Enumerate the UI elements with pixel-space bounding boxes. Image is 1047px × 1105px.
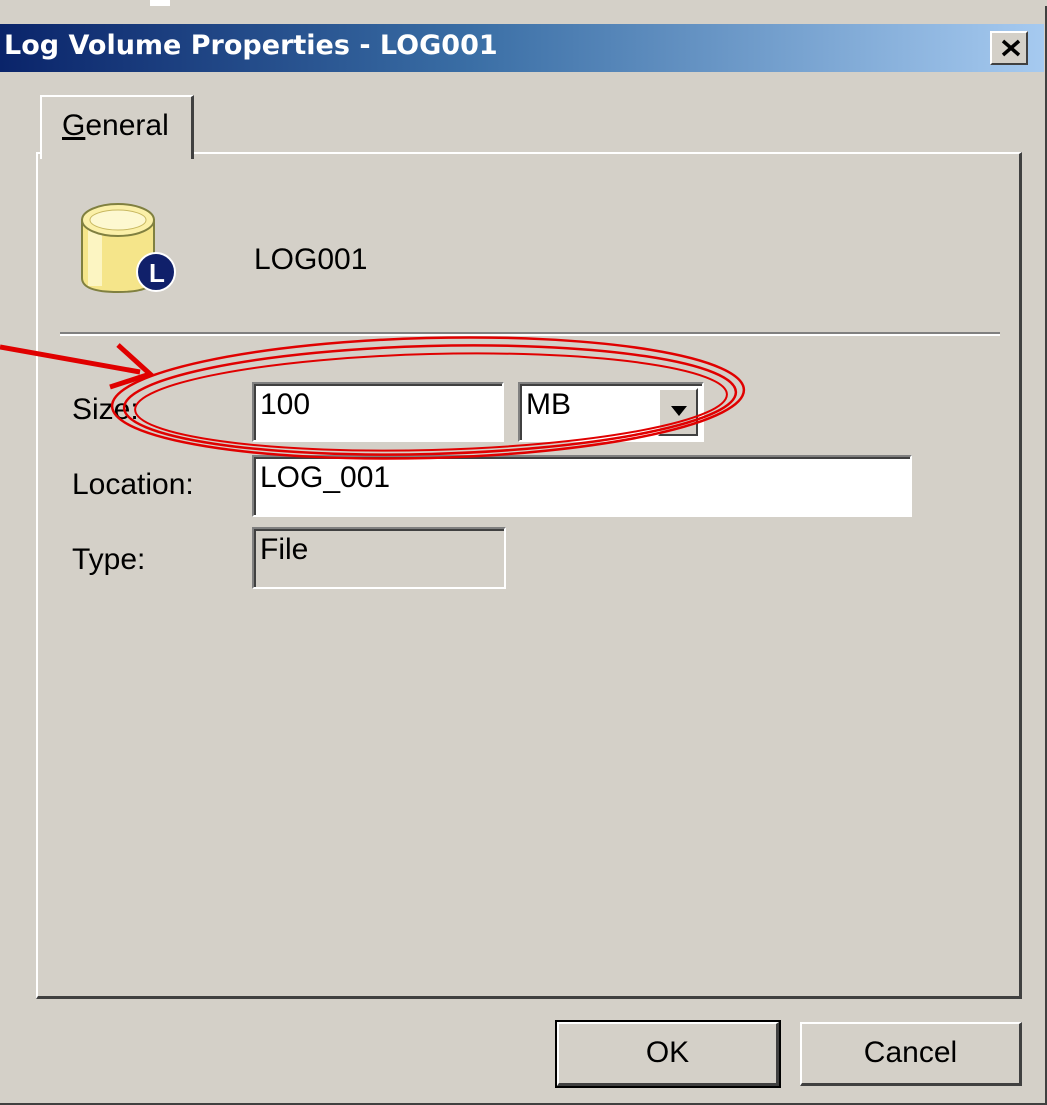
window-title: Log Volume Properties - LOG001 — [4, 30, 498, 61]
title-bar[interactable]: Log Volume Properties - LOG001 — [0, 24, 1044, 72]
volume-icon-badge: L — [149, 258, 165, 288]
tab-accelerator: G — [62, 109, 86, 142]
tab-general-label: General — [62, 109, 169, 142]
volume-name: LOG001 — [254, 243, 368, 276]
size-unit-select[interactable]: MB — [518, 382, 704, 442]
separator — [60, 332, 1000, 336]
size-unit-value: MB — [526, 388, 571, 421]
ok-button[interactable]: OK — [555, 1020, 781, 1088]
size-input-value: 100 — [260, 388, 311, 421]
size-unit-dropdown-button[interactable] — [658, 388, 698, 436]
type-label: Type: — [72, 543, 146, 576]
close-button[interactable] — [990, 31, 1028, 65]
log-volume-icon: L — [81, 203, 176, 294]
size-label: Size: — [72, 393, 139, 426]
cancel-button[interactable]: Cancel — [800, 1022, 1022, 1086]
chevron-down-icon — [671, 406, 687, 416]
type-field: File — [252, 527, 506, 589]
size-input[interactable]: 100 — [252, 382, 504, 442]
location-input[interactable]: LOG_001 — [252, 455, 912, 517]
type-field-value: File — [260, 533, 309, 566]
tab-general[interactable]: General — [40, 95, 194, 159]
tab-panel-general — [36, 152, 1022, 999]
location-label: Location: — [72, 468, 194, 501]
location-input-value: LOG_001 — [260, 461, 391, 494]
close-icon — [1001, 39, 1021, 57]
